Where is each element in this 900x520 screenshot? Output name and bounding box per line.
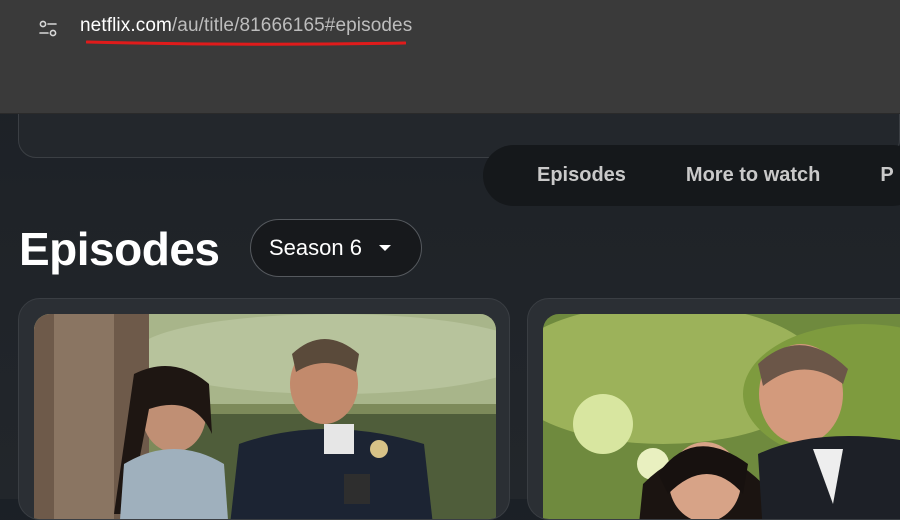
episode-card[interactable] [527, 298, 900, 520]
season-selected-value: Season 6 [269, 235, 362, 260]
tab-episodes[interactable]: Episodes [537, 164, 626, 187]
url-host: netflix.com [80, 15, 172, 36]
tune-icon[interactable] [30, 14, 66, 44]
section-tab-bar: Episodes More to watch P [483, 145, 900, 206]
tab-partial[interactable]: P [880, 164, 893, 187]
browser-toolbar: netflix.com/au/title/81666165#episodes [0, 0, 900, 114]
episode-thumbnail[interactable] [543, 314, 900, 519]
season-dropdown[interactable]: Season 6 [250, 219, 422, 277]
url-path: /au/title/81666165#episodes [171, 15, 413, 36]
caret-down-icon [378, 239, 392, 257]
episode-card[interactable] [18, 298, 510, 520]
red-underline-annotation [86, 40, 406, 46]
tab-more-to-watch[interactable]: More to watch [686, 164, 820, 187]
episodes-heading: Episodes [19, 223, 220, 275]
address-bar[interactable]: netflix.com/au/title/81666165#episodes [80, 15, 412, 37]
episode-thumbnail[interactable] [34, 314, 496, 519]
